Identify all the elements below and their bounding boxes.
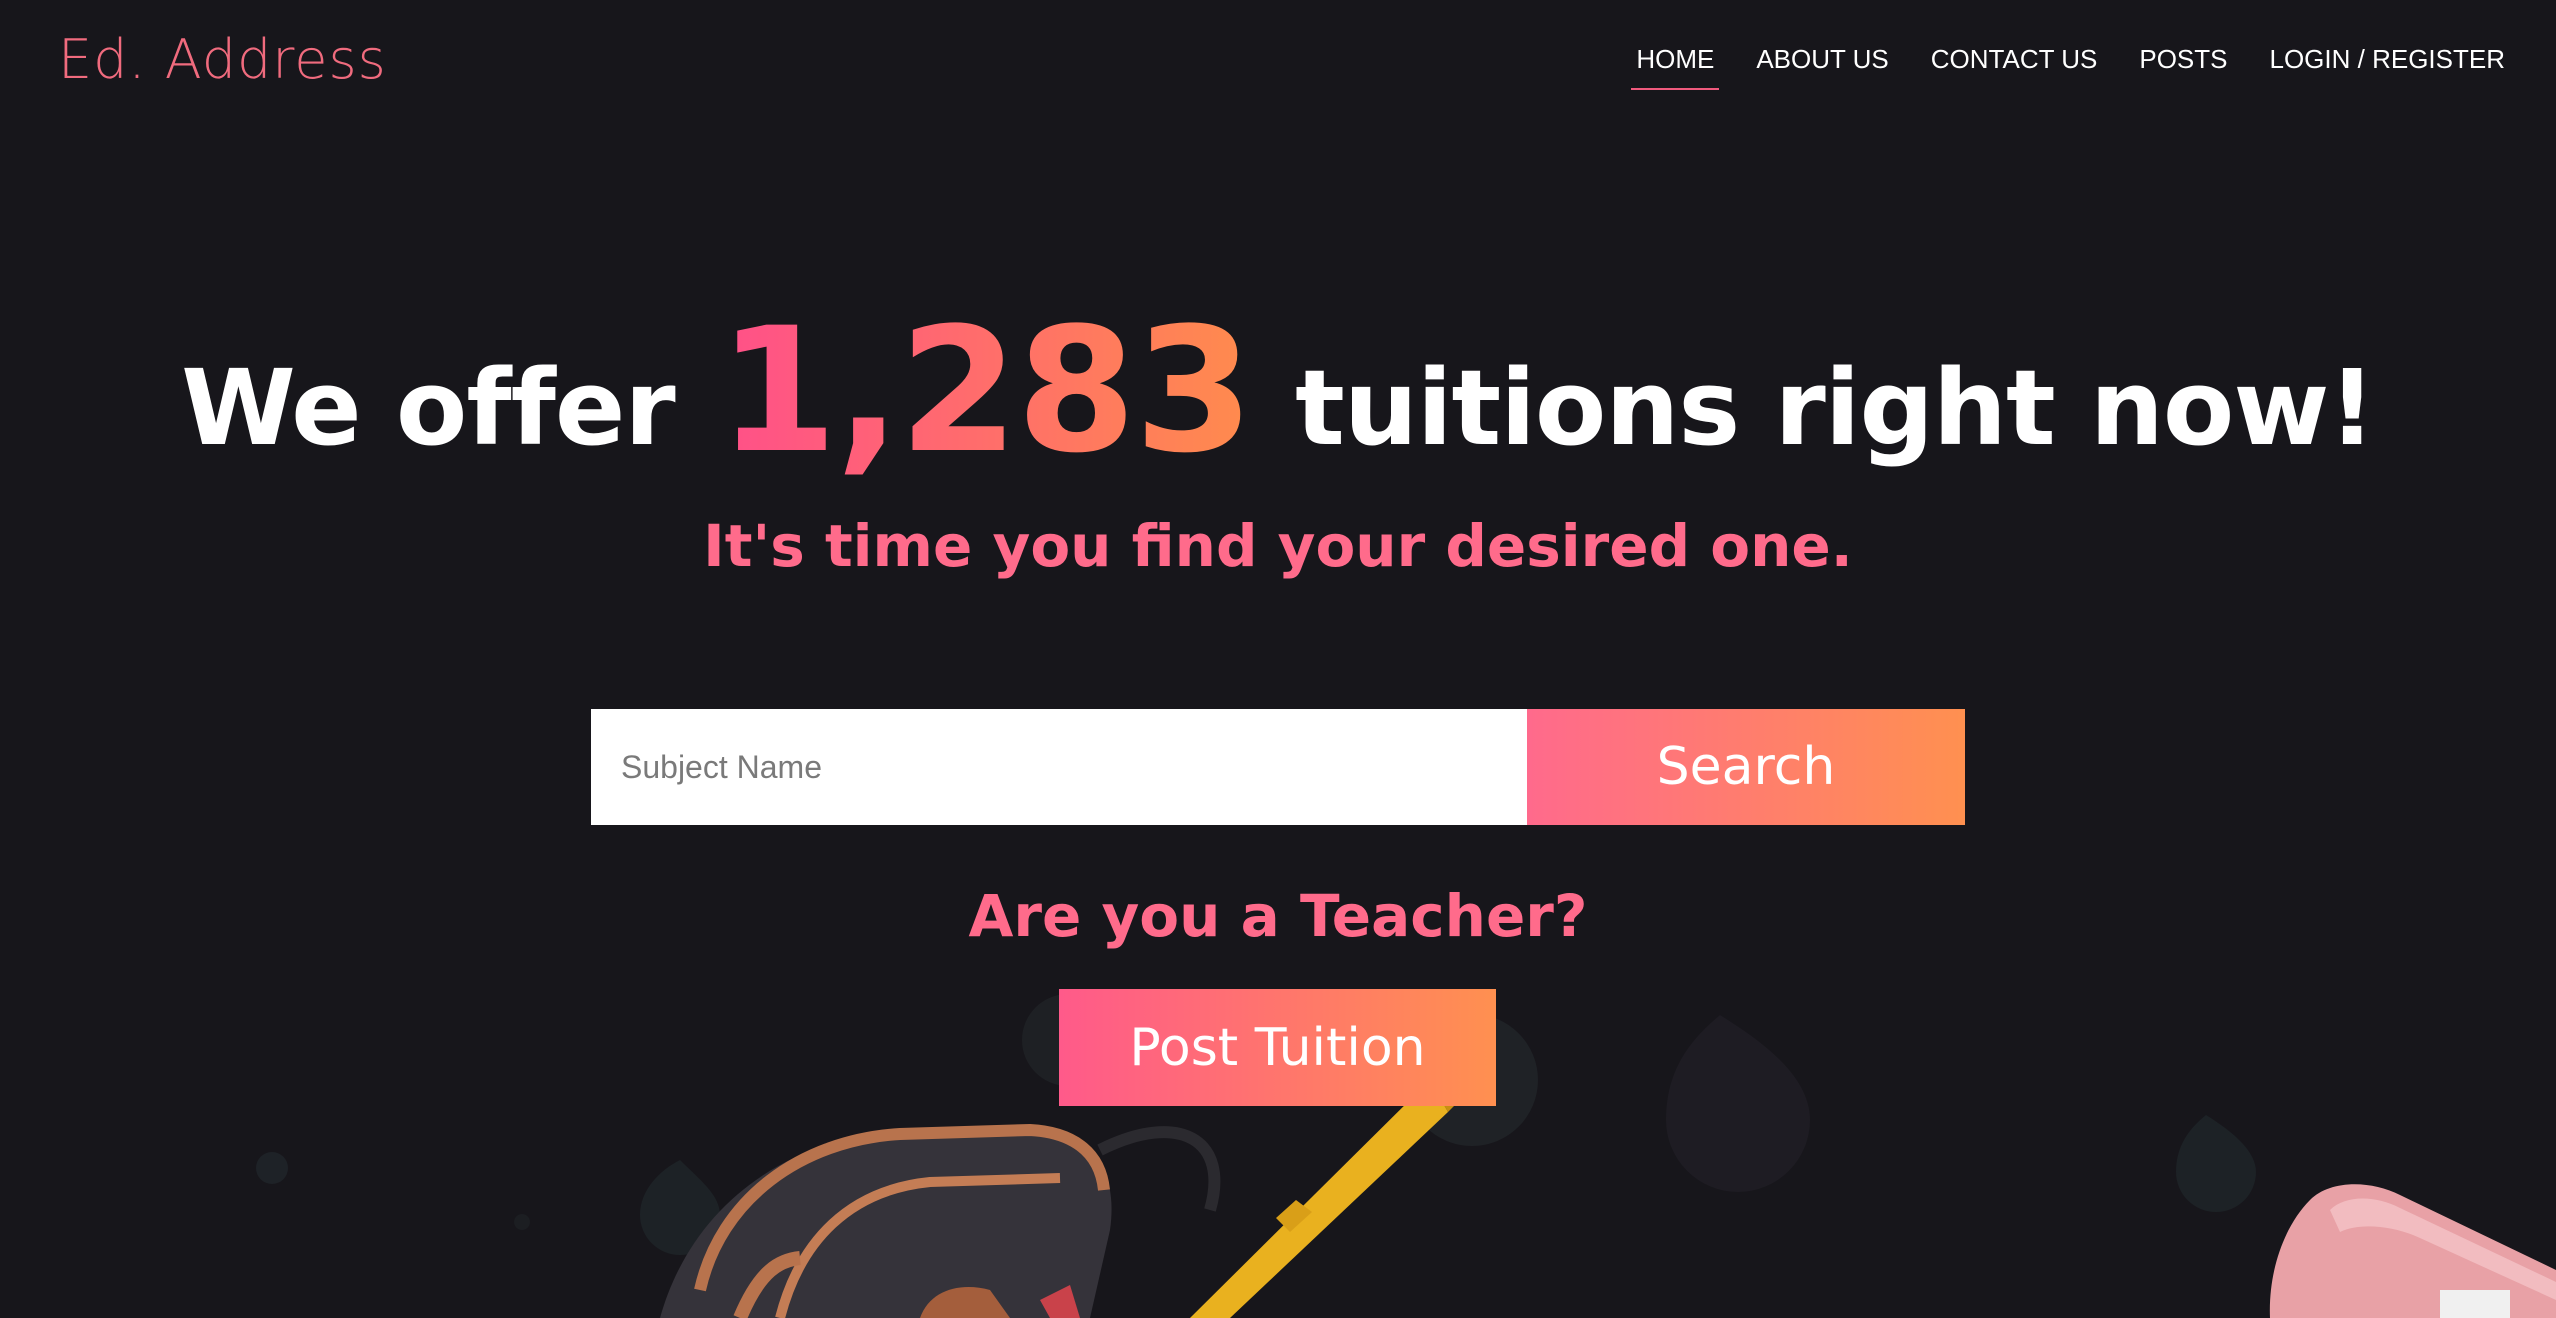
landing-page: Ed. Address HOME ABOUT US CONTACT US POS… — [0, 0, 2556, 1318]
pencil-illustration — [1190, 1070, 1460, 1318]
bubble-shape — [256, 1152, 288, 1184]
background-decoration — [256, 994, 2556, 1318]
drop-shape — [2176, 1115, 2256, 1212]
bubble-shape — [514, 1214, 530, 1230]
backpack-illustration — [660, 1123, 1221, 1318]
drop-shape — [1666, 1015, 1810, 1192]
sharpener-illustration — [2269, 1184, 2556, 1318]
post-tuition-button[interactable]: Post Tuition — [1059, 989, 1496, 1106]
